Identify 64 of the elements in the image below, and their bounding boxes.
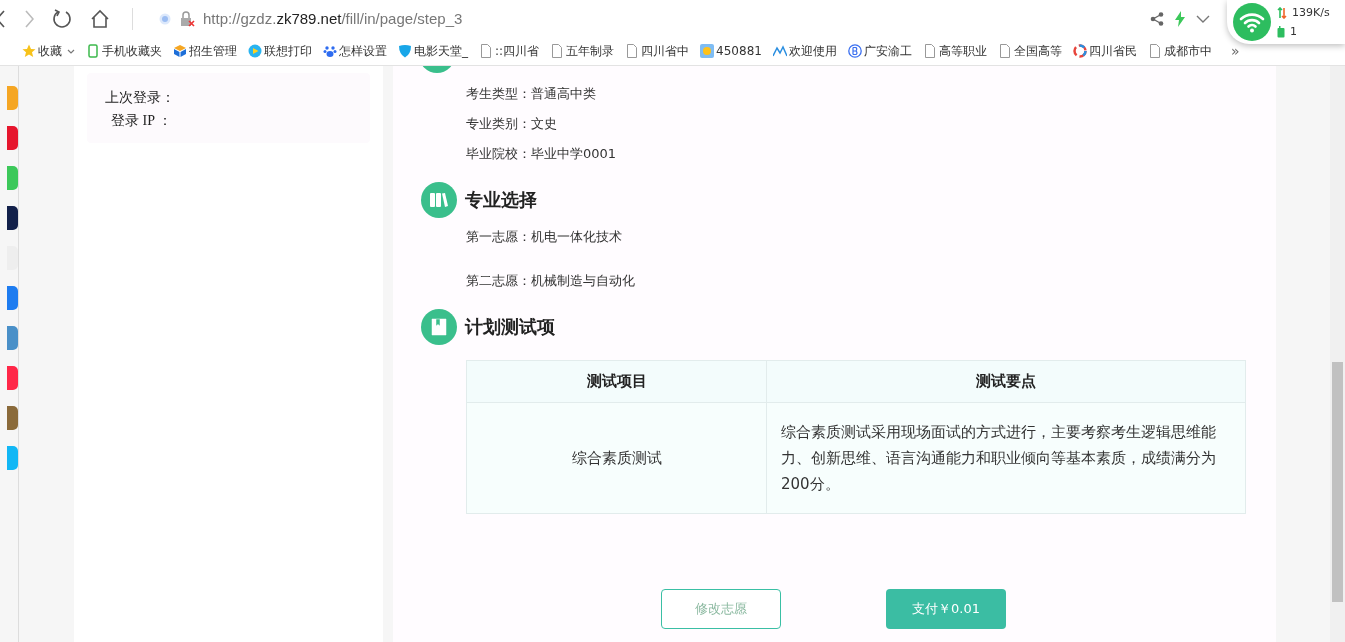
page-icon xyxy=(550,44,565,58)
info-text: 专业类别：文史 xyxy=(466,115,558,132)
bookmark-link[interactable]: 招生管理 xyxy=(173,42,237,60)
bookmark-link[interactable]: ::四川省 xyxy=(479,42,540,60)
bookmark-link[interactable]: 全国高等 xyxy=(997,42,1062,60)
table-cell: 综合素质测试 xyxy=(466,402,767,514)
mountain-icon xyxy=(772,44,787,58)
caret-icon[interactable] xyxy=(67,48,75,54)
share-icon[interactable] xyxy=(1150,11,1164,26)
page-icon xyxy=(997,44,1012,58)
bookmark-link[interactable]: 广安渝工 xyxy=(847,42,912,60)
letter-icon xyxy=(847,44,862,58)
table-cell: 综合素质测试采用现场面试的方式进行，主要考察考生逻辑思维能力、创新思维、语言沟通能力和职业倾向等基本素质，成绩满分为200分。 xyxy=(766,402,1246,514)
bookmark-link[interactable]: 电影天堂_ xyxy=(398,42,468,60)
section-title: 计划测试项 xyxy=(465,315,555,339)
bookmark-link[interactable]: 手机收藏夹 xyxy=(86,42,162,60)
bookmark-link[interactable]: 怎样设置 xyxy=(323,42,387,60)
bookmark-link[interactable]: 高等职业 xyxy=(922,42,987,60)
speed-text: 139K/s xyxy=(1292,6,1330,19)
bookmark-link[interactable]: 四川省中 xyxy=(625,42,690,60)
section-icon xyxy=(421,182,457,218)
page-icon xyxy=(1147,44,1162,58)
info-text: 毕业院校：毕业中学0001 xyxy=(466,145,618,162)
login-ip-label: 登录 IP ： xyxy=(111,112,172,130)
choice-text: 第一志愿：机电一体化技术 xyxy=(466,228,623,245)
page-icon xyxy=(479,44,493,58)
phone-icon xyxy=(86,44,100,58)
play-icon xyxy=(248,44,262,58)
bookmark-link[interactable]: 四川省民 xyxy=(1072,42,1137,60)
choice-text: 第二志愿：机械制造与自动化 xyxy=(466,272,636,289)
star-icon xyxy=(22,44,36,58)
network-widget[interactable]: 139K/s 1 xyxy=(1227,0,1345,44)
sun-icon xyxy=(700,44,715,58)
bookmark-link[interactable]: 450881 xyxy=(700,44,762,58)
device-count: 1 xyxy=(1290,25,1297,38)
bookmark-link[interactable]: 联想打印 xyxy=(248,42,312,60)
transfer-icon xyxy=(1277,6,1287,19)
info-text: 考生类型：普通高中类 xyxy=(466,85,597,102)
bookmark-link[interactable]: 欢迎使用 xyxy=(772,42,837,60)
cube-icon xyxy=(173,44,187,58)
more-bookmarks-button[interactable]: » xyxy=(1230,43,1240,59)
bookmark-link[interactable]: 五年制录 xyxy=(550,42,615,60)
page-icon xyxy=(922,44,937,58)
device-icon xyxy=(1277,25,1285,38)
page-icon xyxy=(625,44,640,58)
address-field[interactable]: http://gzdz.zk789.net/fill/in/page/step_3 xyxy=(203,10,463,27)
caret-icon[interactable] xyxy=(1196,14,1210,23)
section-title: 专业选择 xyxy=(465,188,537,212)
wifi-icon xyxy=(1233,3,1271,41)
section-icon xyxy=(421,309,457,345)
home-icon[interactable] xyxy=(90,8,110,29)
column-header: 测试项目 xyxy=(466,360,767,403)
bookmark-link[interactable]: 成都市中 xyxy=(1147,42,1212,60)
bookmark-link[interactable]: 收藏 xyxy=(22,42,75,60)
status-dot-icon xyxy=(159,12,171,25)
reload-icon[interactable] xyxy=(52,8,72,29)
app-icon[interactable] xyxy=(7,206,18,230)
lightning-icon[interactable] xyxy=(1174,10,1186,27)
insecure-lock-icon[interactable] xyxy=(179,10,195,27)
ring-icon xyxy=(1072,44,1087,58)
shield-icon xyxy=(398,44,412,58)
last-login-label: 上次登录： xyxy=(105,89,175,107)
column-header: 测试要点 xyxy=(766,360,1246,403)
paw-icon xyxy=(323,44,337,58)
